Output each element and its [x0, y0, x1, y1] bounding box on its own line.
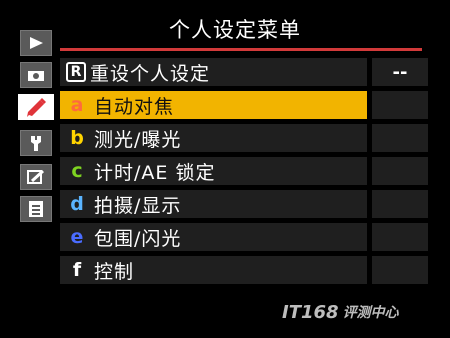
menu-item-cell: e 包围/闪光 [60, 223, 367, 251]
watermark-text: 评测中心 [342, 305, 399, 321]
watermark-brand: IT168 [282, 301, 339, 323]
list-icon [29, 201, 43, 217]
menu-item-cell: f 控制 [60, 256, 367, 284]
menu-item-label: 重设个人设定 [90, 62, 211, 85]
menu-item-value [372, 256, 428, 284]
tab-playback[interactable] [20, 30, 52, 56]
tab-shooting[interactable] [20, 62, 52, 88]
menu-item-label: 计时/AE 锁定 [94, 161, 216, 184]
tab-my-menu[interactable] [20, 196, 52, 222]
menu-item-cell: b 测光/曝光 [60, 124, 367, 152]
menu-item-value [372, 223, 428, 251]
menu-item-cell: d 拍摄/显示 [60, 190, 367, 218]
camera-icon [28, 71, 44, 81]
menu-item-value [372, 190, 428, 218]
menu-item-e-bracketing-flash[interactable]: e 包围/闪光 [60, 223, 428, 251]
menu-item-letter: d [70, 193, 84, 215]
menu-item-letter: c [71, 160, 83, 182]
wrench-icon [31, 136, 41, 151]
menu-item-letter: e [70, 226, 84, 248]
menu-item-value: -- [372, 58, 428, 86]
menu-item-letter: b [70, 127, 84, 149]
menu-item-cell: c 计时/AE 锁定 [60, 157, 367, 185]
menu-item-c-timers[interactable]: c 计时/AE 锁定 [60, 157, 428, 185]
play-icon [30, 37, 43, 49]
pencil-icon [27, 98, 46, 117]
menu-item-label: 控制 [94, 260, 135, 283]
tab-custom-settings[interactable] [18, 94, 54, 120]
menu-item-label: 包围/闪光 [94, 227, 182, 250]
menu-item-d-shooting-display[interactable]: d 拍摄/显示 [60, 190, 428, 218]
menu-item-b-metering[interactable]: b 测光/曝光 [60, 124, 428, 152]
menu-item-reset[interactable]: R 重设个人设定 -- [60, 58, 428, 86]
menu-item-value [372, 157, 428, 185]
menu-item-cell: a 自动对焦 [60, 91, 367, 119]
menu-tab-strip [18, 30, 54, 250]
page-title: 个人设定菜单 [169, 18, 301, 42]
menu-item-value [372, 124, 428, 152]
menu-item-a-autofocus[interactable]: a 自动对焦 [60, 91, 428, 119]
menu-item-label: 自动对焦 [94, 95, 175, 118]
menu-item-letter: a [70, 94, 84, 116]
menu-item-label: 拍摄/显示 [94, 194, 182, 217]
tab-retouch[interactable] [20, 164, 52, 190]
menu-item-letter: f [72, 259, 82, 281]
menu-item-cell: R 重设个人设定 [60, 58, 367, 86]
menu-item-value [372, 91, 428, 119]
menu-item-f-controls[interactable]: f 控制 [60, 256, 428, 284]
watermark: IT168 评测中心 [282, 298, 442, 326]
reset-icon: R [66, 62, 86, 82]
retouch-brush-icon [27, 169, 45, 184]
menu-item-label: 测光/曝光 [94, 128, 182, 151]
tab-setup[interactable] [20, 130, 52, 156]
title-underline [60, 48, 422, 51]
